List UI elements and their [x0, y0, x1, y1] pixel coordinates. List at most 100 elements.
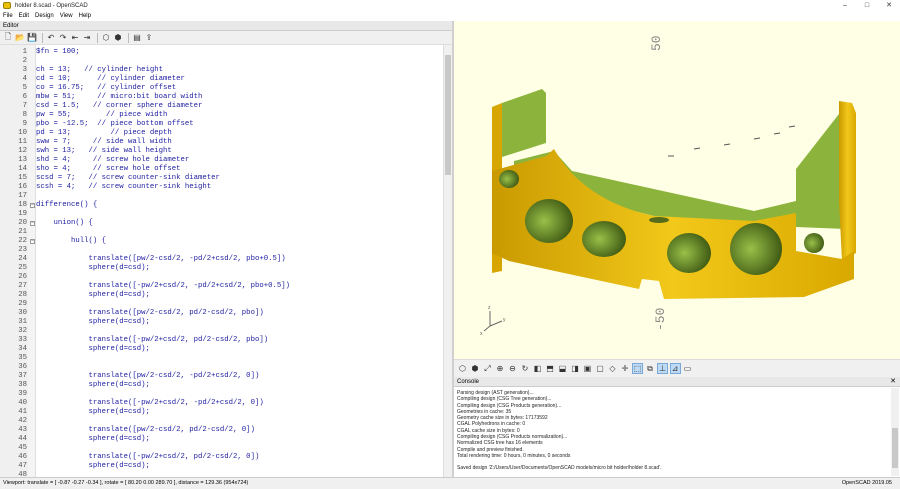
minimize-button[interactable]: – [834, 0, 856, 11]
cylinder-hole [582, 221, 626, 257]
code-line[interactable]: pbo = -12.5; // piece bottom offset [36, 120, 194, 129]
code-editor[interactable]: 1 $fn = 100; 2 3 ch = 13; // cylinder height… [0, 45, 452, 477]
code-line[interactable]: sho = 4; // screw hole offset [36, 165, 181, 174]
code-line[interactable]: scsd = 7; // screw counter-sink diameter [36, 174, 220, 183]
code-line[interactable]: sphere(d=csd); [36, 264, 150, 273]
preview-icon[interactable]: ⬡ [101, 33, 111, 43]
new-file-icon[interactable]: 🗋 [3, 32, 13, 43]
menu-view[interactable]: View [60, 13, 73, 19]
code-line[interactable]: swh = 13; // side wall height [36, 147, 172, 156]
export-stl-icon[interactable]: ▤ [132, 33, 142, 43]
view-bottom-icon[interactable]: ⬓ [557, 363, 568, 374]
code-line[interactable]: translate([-pw/2+csd/2, -pd/2+csd/2, pbo… [36, 282, 290, 291]
viewport-toolbar: ⬡ ⬢ ⤢ ⊕ ⊖ ↻ ◧ ⬒ ⬓ ◨ ▣ ▢ ◇ ✛ ⬚ ⧉ ⊥ ⊿ ▭ [454, 359, 900, 377]
view-top-icon[interactable]: ⬒ [545, 363, 556, 374]
code-line[interactable]: sphere(d=csd); [36, 318, 150, 327]
send-to-print-icon[interactable]: ⇪ [144, 33, 154, 43]
code-line[interactable]: translate([pw/2-csd/2, pd/2-csd/2, pbo]) [36, 309, 264, 318]
toolbar-separator [128, 32, 129, 43]
show-axes-icon[interactable]: ⊥ [657, 363, 668, 374]
code-line[interactable]: hull() { [36, 237, 106, 246]
render-icon[interactable]: ⬢ [113, 33, 123, 43]
reset-view-icon[interactable]: ↻ [520, 363, 531, 374]
code-line[interactable]: sphere(d=csd); [36, 345, 150, 354]
line-number: 25 [18, 264, 27, 272]
open-file-icon[interactable]: 📂 [15, 33, 25, 43]
openscad-app-icon [3, 2, 11, 9]
view-front-icon[interactable]: ▣ [582, 363, 593, 374]
editor-scrollbar[interactable] [443, 45, 452, 477]
line-number: 6 [22, 93, 27, 101]
3d-viewport[interactable]: 50 -50 z y x [454, 21, 900, 359]
scrollbar-thumb[interactable] [892, 428, 898, 468]
line-number: 20 [18, 219, 27, 227]
code-line[interactable]: sphere(d=csd); [36, 462, 150, 471]
line-number: 30 [18, 309, 27, 317]
code-line[interactable]: union() { [36, 219, 93, 228]
editor-toolbar: 🗋 📂 💾 ↶ ↷ ⇤ ⇥ ⬡ ⬢ ▤ ⇪ [0, 31, 452, 45]
viewport-status: Viewport: translate = [ -0.87 -0.27 -0.3… [3, 480, 249, 486]
zoom-out-icon[interactable]: ⊖ [507, 363, 518, 374]
unindent-icon[interactable]: ⇤ [70, 33, 80, 43]
code-line[interactable]: translate([-pw/2+csd/2, pd/2-csd/2, pbo]… [36, 336, 269, 345]
fold-margin [28, 45, 36, 477]
code-line[interactable]: sphere(d=csd); [36, 291, 150, 300]
code-line[interactable]: translate([pw/2-csd/2, -pd/2+csd/2, 0]) [36, 372, 260, 381]
fold-toggle-icon[interactable]: − [30, 203, 35, 208]
code-line[interactable]: translate([pw/2-csd/2, -pd/2+csd/2, pbo+… [36, 255, 286, 264]
perspective-icon[interactable]: ⬚ [632, 363, 643, 374]
redo-icon[interactable]: ↷ [58, 33, 68, 43]
view-back-icon[interactable]: ▢ [595, 363, 606, 374]
view-all-icon[interactable]: ⤢ [482, 363, 493, 374]
code-line[interactable]: cd = 10; // cylinder diameter [36, 75, 185, 84]
line-number: 33 [18, 336, 27, 344]
scrollbar-thumb[interactable] [445, 55, 451, 175]
code-line[interactable]: shd = 4; // screw hole diameter [36, 156, 189, 165]
axis-label-top: 50 [649, 35, 664, 51]
line-number: 4 [22, 75, 27, 83]
code-line[interactable]: sphere(d=csd); [36, 381, 150, 390]
view-right-icon[interactable]: ◧ [532, 363, 543, 374]
code-line[interactable]: mbw = 51; // micro:bit board width [36, 93, 202, 102]
code-line[interactable]: translate([-pw/2+csd/2, pd/2-csd/2, 0]) [36, 453, 260, 462]
menu-help[interactable]: Help [79, 13, 91, 19]
orthogonal-icon[interactable]: ⧉ [645, 363, 656, 374]
render-icon[interactable]: ⬢ [470, 363, 481, 374]
show-scale-icon[interactable]: ⊿ [669, 363, 681, 374]
menu-design[interactable]: Design [35, 13, 54, 19]
code-line[interactable]: ch = 13; // cylinder height [36, 66, 163, 75]
fold-toggle-icon[interactable]: − [30, 221, 35, 226]
indent-icon[interactable]: ⇥ [82, 33, 92, 43]
code-line[interactable]: sphere(d=csd); [36, 435, 150, 444]
code-line[interactable]: $fn = 100; [36, 48, 80, 57]
view-diagonal-icon[interactable]: ◇ [607, 363, 618, 374]
maximize-button[interactable]: □ [856, 0, 878, 11]
close-button[interactable]: ✕ [878, 0, 900, 11]
console-scrollbar[interactable] [891, 388, 899, 476]
zoom-in-icon[interactable]: ⊕ [495, 363, 506, 374]
code-line[interactable]: translate([-pw/2+csd/2, -pd/2+csd/2, 0]) [36, 399, 264, 408]
undo-icon[interactable]: ↶ [46, 33, 56, 43]
code-line[interactable]: difference() { [36, 201, 97, 210]
line-number: 28 [18, 291, 27, 299]
menu-edit[interactable]: Edit [19, 13, 29, 19]
code-line[interactable]: csd = 1.5; // corner sphere diameter [36, 102, 202, 111]
code-line[interactable]: sphere(d=csd); [36, 408, 150, 417]
view-center-icon[interactable]: ✛ [620, 363, 631, 374]
line-number: 37 [18, 372, 27, 380]
code-line[interactable]: sww = 7; // side wall width [36, 138, 172, 147]
show-edges-icon[interactable]: ▭ [682, 363, 693, 374]
line-number: 9 [22, 120, 27, 128]
preview-icon[interactable]: ⬡ [457, 363, 468, 374]
code-line[interactable]: translate([pw/2-csd/2, pd/2-csd/2, 0]) [36, 426, 255, 435]
menu-file[interactable]: File [3, 13, 13, 19]
code-line[interactable]: pd = 13; // piece depth [36, 129, 172, 138]
fold-toggle-icon[interactable]: − [30, 239, 35, 244]
code-line[interactable]: pw = 55; // piece width [36, 111, 167, 120]
save-icon[interactable]: 💾 [27, 33, 37, 43]
console-close-icon[interactable]: ✕ [890, 377, 896, 387]
status-bar: Viewport: translate = [ -0.87 -0.27 -0.3… [0, 477, 900, 488]
code-line[interactable]: co = 16.75; // cylinder offset [36, 84, 176, 93]
code-line[interactable]: scsh = 4; // screw counter-sink height [36, 183, 211, 192]
view-left-icon[interactable]: ◨ [570, 363, 581, 374]
